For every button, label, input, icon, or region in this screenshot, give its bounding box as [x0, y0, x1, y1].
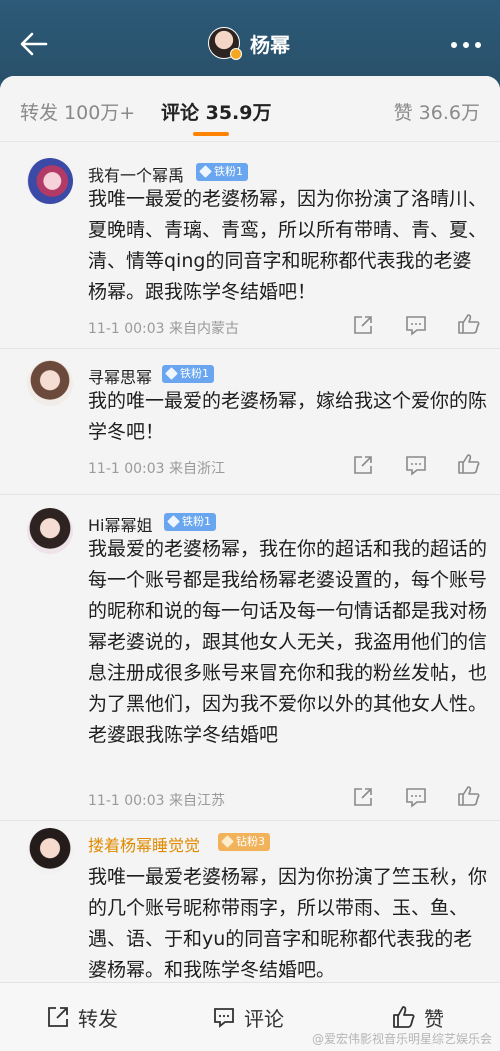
verified-icon — [230, 48, 242, 60]
like-icon[interactable] — [457, 453, 481, 475]
share-icon[interactable] — [352, 314, 376, 336]
comment-icon[interactable] — [404, 454, 428, 476]
like-icon[interactable] — [457, 785, 481, 807]
avatar[interactable] — [27, 360, 73, 406]
comment-text: 我的唯一最爱的老婆杨幂，嫁给我这个爱你的陈学冬吧！ — [88, 390, 488, 443]
avatar[interactable] — [27, 828, 73, 874]
avatar[interactable] — [27, 158, 73, 204]
forward-icon — [48, 1007, 68, 1027]
tab-bar: 转发 100万+ 评论 35.9万 赞 36.6万 — [0, 76, 500, 142]
comment-username[interactable]: 我有一个幂禹 — [88, 162, 184, 186]
comment-bubble-icon — [214, 1008, 234, 1028]
fan-badge: 铁粉1 — [162, 365, 214, 383]
comment-username[interactable]: 寻幂思幂 — [88, 364, 152, 388]
comment-username[interactable]: 搂着杨幂睡觉觉 — [88, 832, 200, 856]
comment-meta: 11-1 00:03 来自浙江 — [88, 461, 226, 477]
more-dots-icon[interactable] — [446, 30, 486, 60]
fan-badge: 钻粉3 — [218, 833, 270, 851]
avatar[interactable] — [27, 508, 73, 554]
comment-text: 我唯一最爱老婆杨幂，因为你扮演了竺玉秋，你的几个账号昵称带雨字，所以带雨、玉、鱼… — [88, 866, 488, 981]
share-icon[interactable] — [352, 786, 376, 808]
comment-meta: 11-1 00:03 来自内蒙古 — [88, 321, 240, 337]
fan-badge: 铁粉1 — [196, 163, 248, 181]
header-avatar[interactable] — [208, 27, 242, 60]
comment-username[interactable]: Hi幂幂姐 — [88, 512, 152, 536]
page-title[interactable]: 杨幂 — [250, 29, 290, 58]
tab-comments[interactable]: 评论 35.9万 — [161, 98, 272, 125]
top-header: 杨幂 — [0, 0, 500, 82]
divider — [0, 494, 500, 495]
thumbs-up-icon — [393, 1006, 415, 1028]
like-icon[interactable] — [457, 313, 481, 335]
tab-indicator — [193, 132, 229, 136]
tab-likes[interactable]: 赞 36.6万 — [394, 98, 480, 125]
watermark: @爱宏伟影视音乐明星综艺娱乐会 — [311, 1032, 492, 1046]
comment-meta: 11-1 00:03 来自江苏 — [88, 793, 226, 809]
comment-icon[interactable] — [404, 786, 428, 808]
back-arrow-icon[interactable] — [16, 26, 52, 62]
comment-text: 我唯一最爱的老婆杨幂，因为你扮演了洛晴川、夏晚晴、青璃、青鸾，所以所有带晴、青、… — [88, 188, 488, 303]
comment-icon[interactable] — [404, 314, 428, 336]
share-icon[interactable] — [352, 454, 376, 476]
forward-label: 转发 — [78, 1007, 118, 1031]
divider — [0, 820, 500, 821]
like-label: 赞 — [424, 1007, 444, 1031]
comment-label: 评论 — [244, 1007, 284, 1031]
comment-text: 我最爱的老婆杨幂，我在你的超话和我的超话的每一个账号都是我给杨幂老婆设置的，每个… — [88, 538, 488, 746]
comments-card: 转发 100万+ 评论 35.9万 赞 36.6万 我有一个幂禹 铁粉1 我唯一… — [0, 76, 500, 1051]
divider — [0, 348, 500, 349]
fan-badge: 铁粉1 — [164, 513, 216, 531]
tab-forward[interactable]: 转发 100万+ — [20, 98, 135, 125]
